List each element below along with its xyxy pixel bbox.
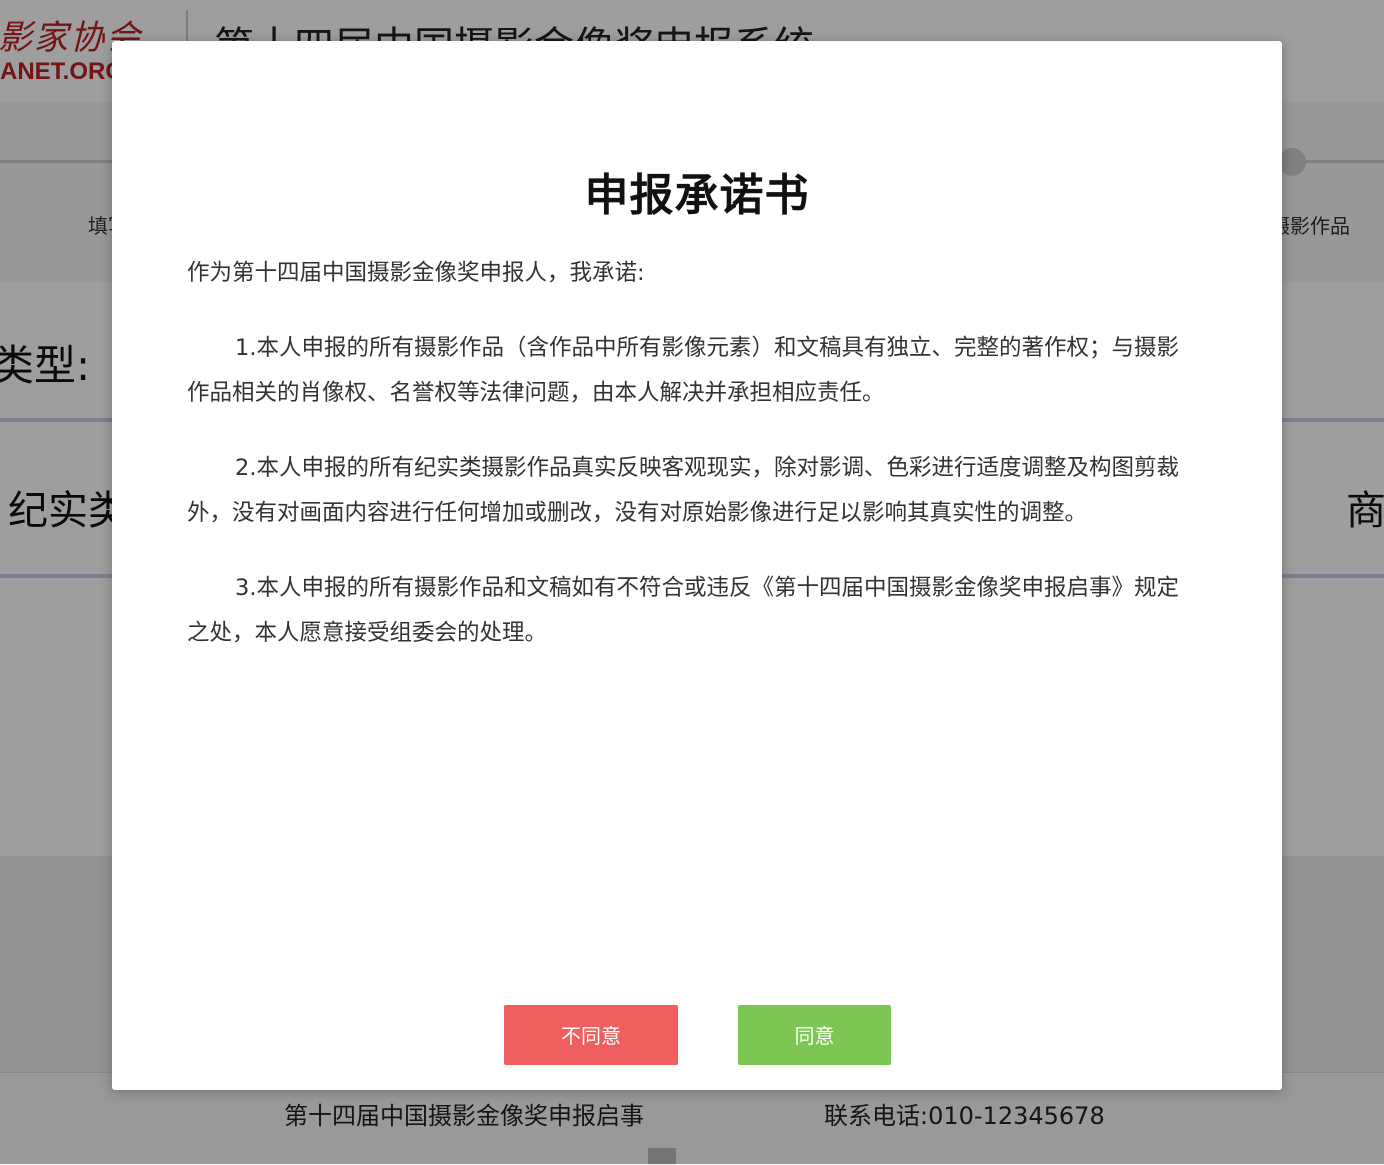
disagree-button[interactable]: 不同意: [504, 1005, 678, 1065]
commitment-clause-2: 2.本人申报的所有纪实类摄影作品真实反映客观现实，除对影调、色彩进行适度调整及构…: [187, 455, 1179, 526]
agree-button[interactable]: 同意: [738, 1005, 891, 1065]
dialog-body: 作为第十四届中国摄影金像奖申报人，我承诺: 1.本人申报的所有摄影作品（含作品中…: [187, 251, 1197, 686]
commitment-clause-3: 3.本人申报的所有摄影作品和文稿如有不符合或违反《第十四届中国摄影金像奖申报启事…: [187, 575, 1179, 646]
commitment-dialog: 申报承诺书 作为第十四届中国摄影金像奖申报人，我承诺: 1.本人申报的所有摄影作…: [112, 41, 1282, 1090]
commitment-intro: 作为第十四届中国摄影金像奖申报人，我承诺:: [187, 260, 645, 286]
dialog-title: 申报承诺书: [584, 170, 810, 221]
commitment-clause-1: 1.本人申报的所有摄影作品（含作品中所有影像元素）和文稿具有独立、完整的著作权；…: [187, 335, 1179, 406]
